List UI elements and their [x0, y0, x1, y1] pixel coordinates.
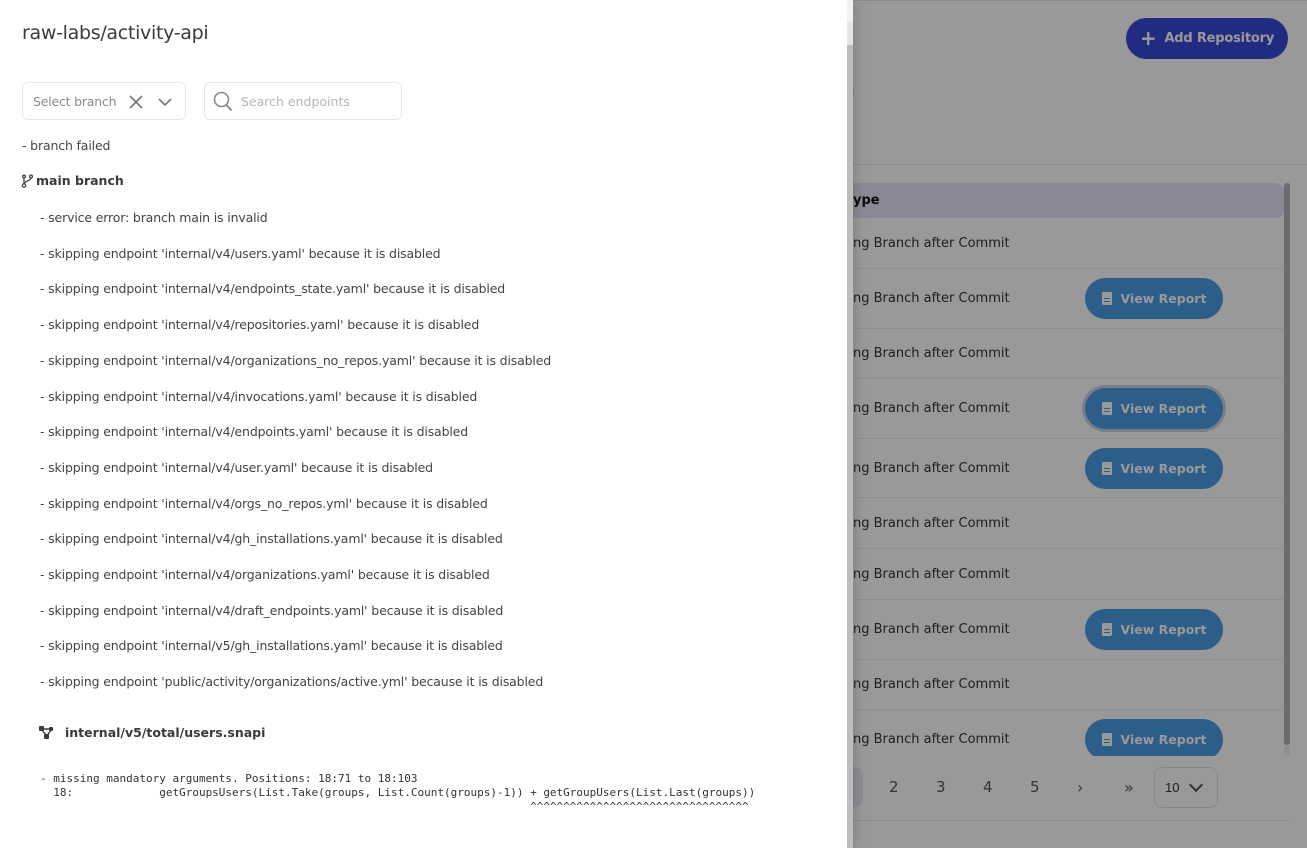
skipped-endpoint-message: - skipping endpoint 'internal/v4/users.y…	[40, 246, 441, 261]
service-error-message: - service error: branch main is invalid	[40, 210, 268, 225]
branch-details-drawer: raw-labs/activity-api Select branch - br…	[0, 0, 853, 848]
git-branch-icon	[21, 173, 34, 188]
skipped-endpoint-message: - skipping endpoint 'internal/v4/reposit…	[40, 317, 480, 332]
error-code-line: 18: getGroupsUsers(List.Take(groups, Lis…	[40, 786, 756, 799]
endpoint-error-output: - missing mandatory arguments. Positions…	[40, 772, 755, 814]
branch-select-placeholder: Select branch	[33, 93, 117, 109]
skipped-endpoint-message: - skipping endpoint 'public/activity/org…	[40, 674, 544, 689]
drawer-title: raw-labs/activity-api	[22, 22, 209, 44]
error-line: - missing mandatory arguments. Positions…	[40, 772, 418, 785]
chevron-down-icon[interactable]	[157, 95, 173, 109]
skipped-endpoint-message: - skipping endpoint 'internal/v4/gh_inst…	[40, 531, 503, 546]
endpoint-name: internal/v5/total/users.snapi	[65, 725, 266, 740]
skipped-endpoint-message: - skipping endpoint 'internal/v4/orgs_no…	[40, 496, 488, 511]
drawer-scrollbar[interactable]	[847, 0, 853, 848]
skipped-endpoint-message: - skipping endpoint 'internal/v4/organiz…	[40, 567, 490, 582]
skipped-endpoint-message: - skipping endpoint 'internal/v4/endpoin…	[40, 424, 469, 439]
skipped-endpoint-message: - skipping endpoint 'internal/v4/invocat…	[40, 389, 478, 404]
endpoint-graph-icon	[39, 726, 53, 739]
drawer-scrollbar-thumb[interactable]	[847, 45, 853, 848]
search-endpoints-input[interactable]	[241, 91, 396, 112]
clear-icon[interactable]	[128, 94, 144, 110]
branch-name: main branch	[36, 173, 124, 188]
skipped-endpoint-message: - skipping endpoint 'internal/v4/organiz…	[40, 353, 552, 368]
branch-select[interactable]: Select branch	[22, 82, 186, 120]
skipped-endpoint-message: - skipping endpoint 'internal/v4/user.ya…	[40, 460, 433, 475]
skipped-endpoint-message: - skipping endpoint 'internal/v5/gh_inst…	[40, 638, 503, 653]
drawer-scrollbar-track[interactable]	[847, 21, 853, 45]
search-icon	[213, 91, 233, 112]
skipped-endpoint-message: - skipping endpoint 'internal/v4/draft_e…	[40, 603, 504, 618]
branch-status-message: - branch failed	[22, 138, 111, 153]
endpoint-heading: internal/v5/total/users.snapi	[39, 725, 265, 740]
error-caret-line: ^^^^^^^^^^^^^^^^^^^^^^^^^^^^^^^^^	[40, 800, 749, 813]
search-endpoints-field[interactable]	[204, 82, 402, 120]
skipped-endpoint-message: - skipping endpoint 'internal/v4/endpoin…	[40, 281, 506, 296]
branch-heading: main branch	[21, 173, 124, 188]
